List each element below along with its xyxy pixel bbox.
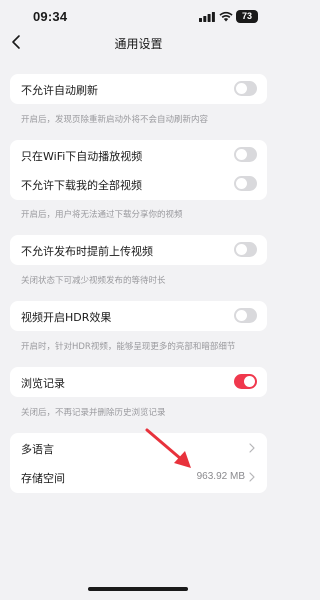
setting-label: 浏览记录: [21, 377, 65, 390]
setting-label: 不允许下载我的全部视频: [21, 179, 142, 192]
setting-label: 不允许自动刷新: [21, 84, 98, 97]
setting-label: 不允许发布时提前上传视频: [21, 245, 153, 258]
setting-row-hdr: 视频开启HDR效果: [10, 301, 267, 331]
setting-description: 开启后，发现页除重新启动外将不会自动刷新内容: [21, 115, 209, 125]
settings-card-general: 多语言 存储空间 963.92 MB: [10, 433, 267, 493]
status-bar: 09:34 73: [0, 0, 277, 34]
chevron-right-icon: [249, 472, 255, 482]
battery-indicator: 73: [236, 10, 258, 23]
setting-row-wifi-autoplay: 只在WiFi下自动播放视频: [10, 140, 267, 169]
setting-label: 多语言: [21, 443, 54, 456]
toggle-knob: [236, 178, 247, 189]
setting-description: 开启后，用户将无法通过下载分享你的视频: [21, 210, 183, 220]
storage-value: 963.92 MB: [196, 471, 245, 482]
hdr-toggle[interactable]: [234, 308, 257, 323]
setting-description: 关闭后，不再记录并删除历史浏览记录: [21, 408, 166, 418]
page-title: 通用设置: [114, 37, 163, 51]
settings-card-upload: 不允许发布时提前上传视频: [10, 235, 267, 265]
setting-row-pre-upload: 不允许发布时提前上传视频: [10, 235, 267, 265]
setting-row-auto-refresh: 不允许自动刷新: [10, 74, 267, 104]
settings-card-refresh: 不允许自动刷新: [10, 74, 267, 104]
no-download-toggle[interactable]: [234, 176, 257, 191]
pre-upload-toggle[interactable]: [234, 242, 257, 257]
home-indicator: [88, 587, 188, 591]
toggle-knob: [236, 310, 247, 321]
setting-row-storage[interactable]: 存储空间 963.92 MB: [10, 462, 267, 493]
setting-description: 关闭状态下可减少视频发布的等待时长: [21, 276, 166, 286]
toggle-knob: [236, 244, 247, 255]
cellular-signal-icon: [199, 12, 215, 22]
setting-label: 视频开启HDR效果: [21, 311, 112, 324]
status-time: 09:34: [33, 9, 68, 24]
wifi-icon: [219, 11, 233, 22]
setting-label: 只在WiFi下自动播放视频: [21, 150, 143, 163]
history-toggle[interactable]: [234, 374, 257, 389]
toggle-knob: [244, 376, 255, 387]
setting-row-language[interactable]: 多语言: [10, 433, 267, 462]
nav-bar: 通用设置: [0, 30, 277, 56]
setting-row-history: 浏览记录: [10, 367, 267, 397]
settings-card-hdr: 视频开启HDR效果: [10, 301, 267, 331]
setting-description: 开启时，针对HDR视频，能够呈现更多的亮部和暗部细节: [21, 342, 236, 352]
auto-refresh-toggle[interactable]: [234, 81, 257, 96]
toggle-knob: [236, 149, 247, 160]
setting-label: 存储空间: [21, 472, 65, 485]
wifi-autoplay-toggle[interactable]: [234, 147, 257, 162]
settings-card-history: 浏览记录: [10, 367, 267, 397]
settings-card-video: 只在WiFi下自动播放视频 不允许下载我的全部视频: [10, 140, 267, 200]
toggle-knob: [236, 83, 247, 94]
setting-row-no-download: 不允许下载我的全部视频: [10, 169, 267, 200]
chevron-right-icon: [249, 443, 255, 453]
